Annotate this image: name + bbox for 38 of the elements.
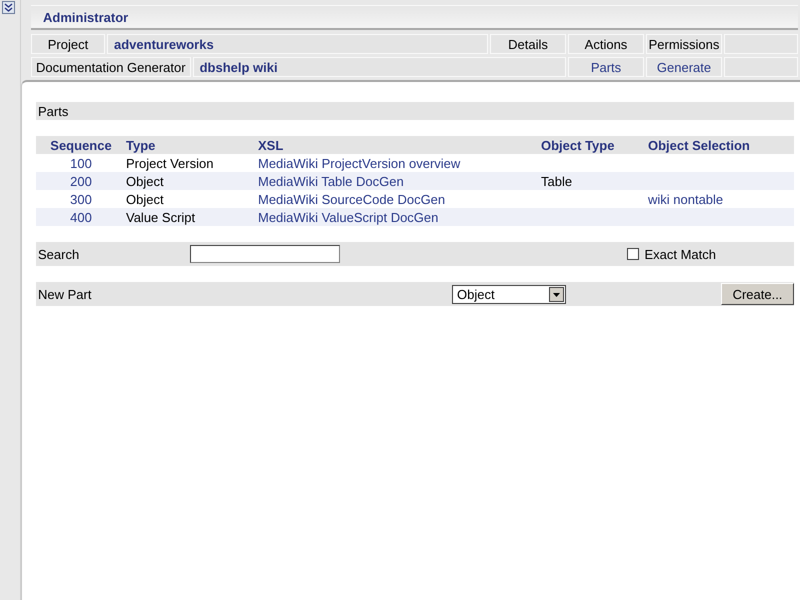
nav-link[interactable]: Generate	[646, 57, 722, 77]
table-link[interactable]: MediaWiki SourceCode DocGen	[258, 190, 541, 208]
search-field[interactable]	[190, 245, 340, 263]
table-link[interactable]: 200	[36, 172, 126, 190]
context-label: Documentation Generator	[31, 57, 191, 77]
table-link[interactable]: MediaWiki ProjectVersion overview	[258, 154, 541, 172]
nav-link[interactable]: Parts	[568, 57, 644, 77]
column-header: Type	[126, 136, 258, 154]
section-title: Parts	[38, 104, 68, 118]
table-link[interactable]: 300	[36, 190, 126, 208]
context-value[interactable]: dbshelp wiki	[192, 57, 566, 77]
context-value[interactable]: adventureworks	[107, 34, 488, 54]
table-link[interactable]: wiki nontable	[648, 190, 794, 208]
nav-link[interactable]: Actions	[568, 34, 644, 54]
table-link[interactable]: 100	[36, 154, 126, 172]
column-header: Sequence	[36, 136, 126, 154]
table-link[interactable]: MediaWiki Table DocGen	[258, 172, 541, 190]
table-cell: Table	[541, 172, 648, 190]
column-header: Object Selection	[648, 136, 794, 154]
collapse-icon[interactable]	[2, 1, 15, 14]
table-cell: Project Version	[126, 154, 258, 172]
nav-link[interactable]: Details	[490, 34, 566, 54]
table-cell: Value Script	[126, 208, 258, 226]
checkbox[interactable]	[627, 248, 640, 260]
context-label: Project	[31, 34, 105, 54]
checkbox-label: Exact Match	[644, 246, 716, 262]
create-button[interactable]: Create...	[721, 283, 794, 305]
column-header: XSL	[258, 136, 541, 154]
type-dropdown[interactable]: Object	[452, 284, 566, 304]
column-header: Object Type	[541, 136, 648, 154]
header-title: Administrator	[42, 10, 128, 24]
search-label: Search	[38, 246, 80, 262]
table-cell: Object	[126, 190, 258, 208]
nav-link[interactable]: Permissions	[646, 34, 722, 54]
table-link[interactable]: 400	[36, 208, 126, 226]
table-link[interactable]: MediaWiki ValueScript DocGen	[258, 208, 541, 226]
new-part-label: New Part	[38, 286, 92, 302]
table-cell: Object	[126, 172, 258, 190]
